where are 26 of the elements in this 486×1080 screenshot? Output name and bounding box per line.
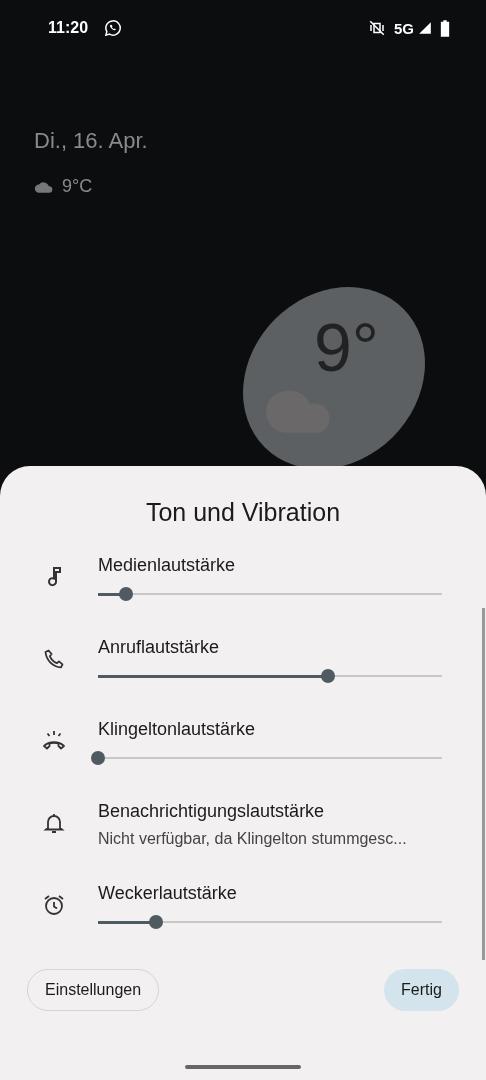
phone-icon — [42, 647, 66, 671]
vibrate-off-icon — [368, 19, 386, 37]
bell-icon — [42, 811, 66, 835]
slider-thumb[interactable] — [118, 587, 133, 601]
volume-label: Benachrichtigungslautstärke — [98, 801, 326, 822]
temperature-label: 9°C — [62, 176, 93, 197]
home-handle[interactable] — [185, 1065, 301, 1069]
slider-thumb[interactable] — [91, 751, 105, 765]
status-time: 11:20 — [48, 19, 89, 37]
done-button[interactable]: Fertig — [384, 969, 459, 1011]
battery-icon — [440, 19, 450, 37]
alarm-clock-icon — [42, 893, 66, 917]
chat-bubble-icon — [104, 19, 123, 37]
volume-label: Weckerlautstärke — [98, 883, 238, 904]
slider-thumb[interactable] — [321, 669, 336, 683]
cloud-icon — [34, 179, 54, 194]
unavailable-note: Nicht verfügbar, da Klingelton stummgesc... — [98, 830, 408, 848]
panel-title: Ton und Vibration — [144, 498, 342, 527]
signal-icon — [418, 21, 432, 35]
volume-label: Klingeltonlautstärke — [98, 719, 257, 740]
volume-label: Medienlautstärke — [98, 555, 237, 576]
widget-temperature: 9° — [314, 308, 379, 386]
volume-label: Anruflautstärke — [98, 637, 221, 658]
network-label: 5G — [394, 19, 414, 37]
date-label: Di., 16. Apr. — [34, 128, 149, 154]
slider-thumb[interactable] — [149, 915, 164, 929]
